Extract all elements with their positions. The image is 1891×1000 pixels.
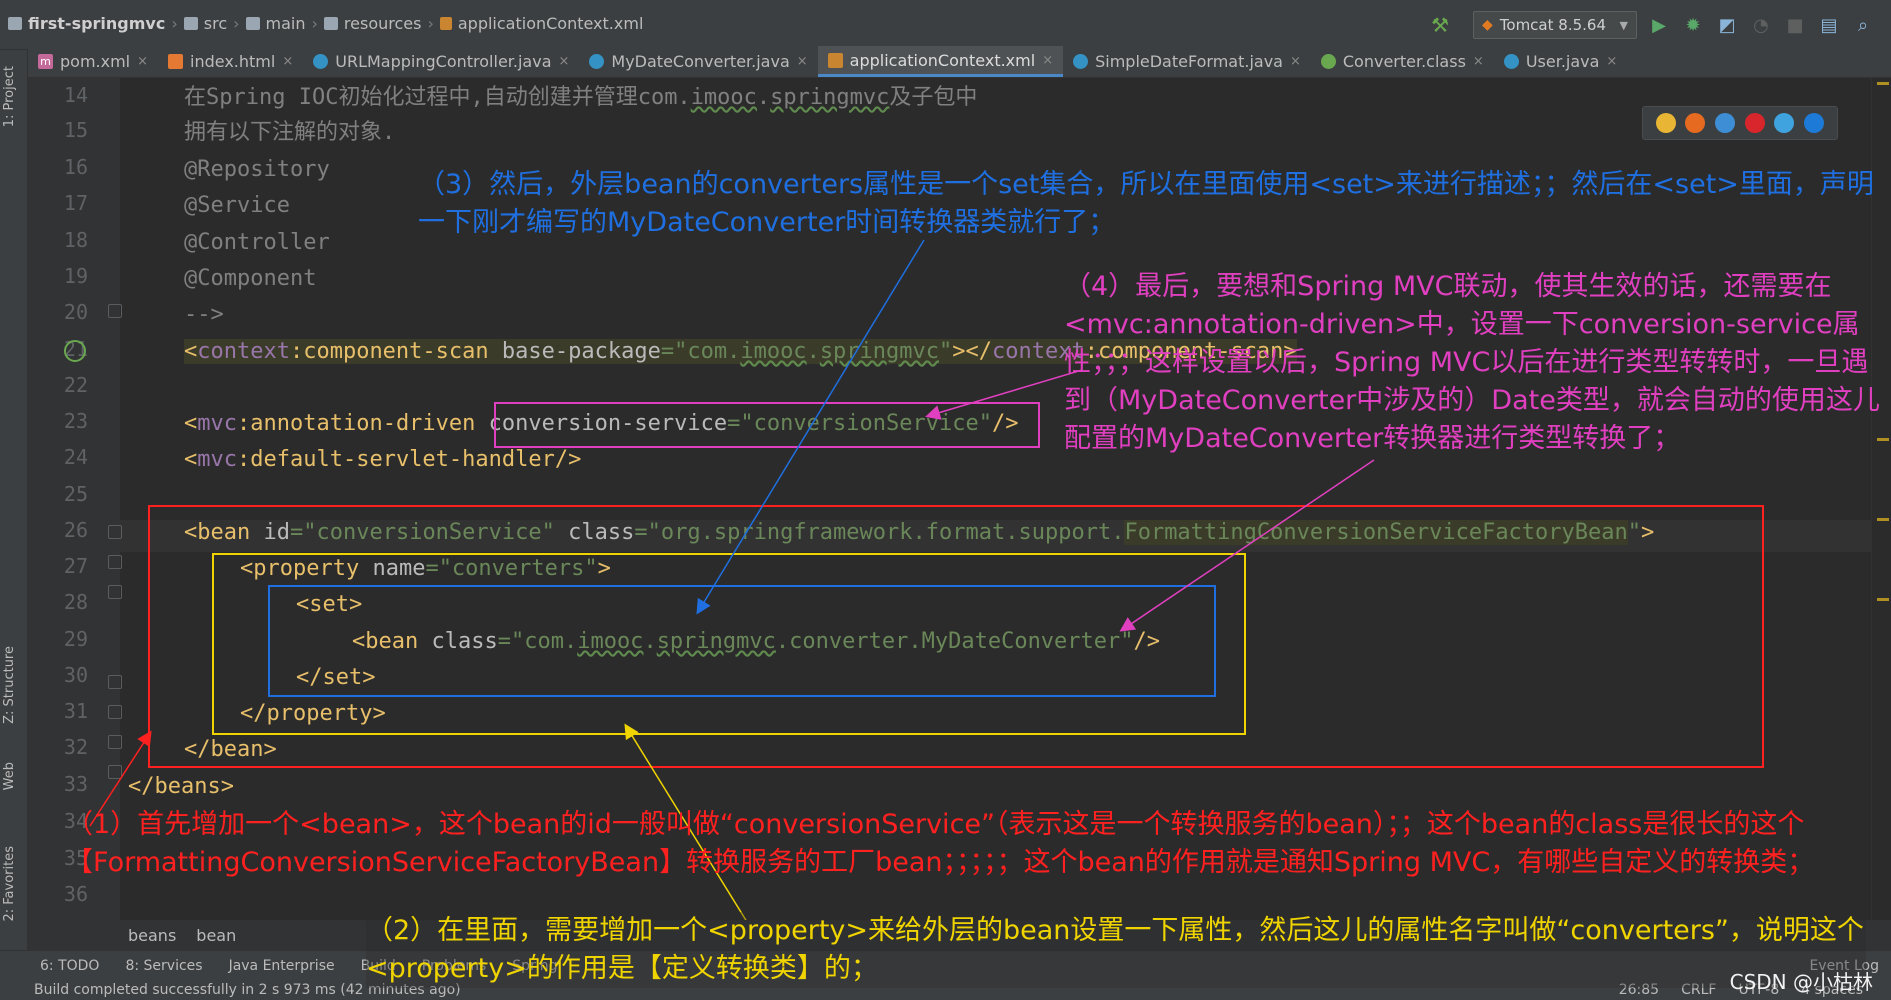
- arrow-3: [696, 239, 925, 615]
- java-enterprise-tool-button[interactable]: Java Enterprise: [229, 958, 335, 974]
- arrow-4a: [925, 369, 1083, 420]
- annotation-step-1: （1）首先增加一个<bean>，这个bean的id一般叫做“conversion…: [66, 809, 1815, 878]
- services-tool-button[interactable]: 8: Services: [125, 958, 202, 974]
- annotation-step-3: （3）然后，外层bean的converters属性是一个set集合，所以在里面使…: [418, 169, 1874, 238]
- watermark: CSDN @小枯林: [1729, 970, 1873, 994]
- annotation-step-4: （4）最后，要想和Spring MVC联动，使其生效的话，还需要在<mvc:an…: [1064, 271, 1880, 454]
- editor-breadcrumb-beans[interactable]: beans: [128, 926, 176, 945]
- todo-tool-button[interactable]: 6: TODO: [40, 958, 99, 974]
- editor-breadcrumb-bean[interactable]: bean: [196, 926, 236, 945]
- arrow-4b: [1119, 459, 1375, 632]
- annotation-step-2: （2）在里面，需要增加一个<property>来给外层的bean设置一下属性，然…: [366, 912, 1866, 988]
